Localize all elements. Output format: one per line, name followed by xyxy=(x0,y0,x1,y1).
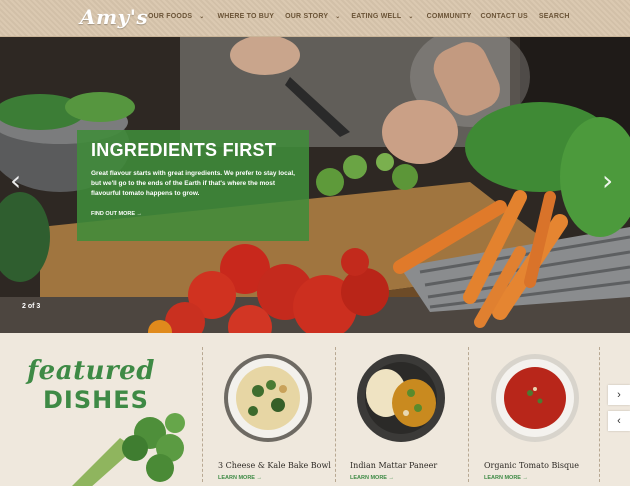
find-out-more-link[interactable]: FIND OUT MORE → xyxy=(91,211,142,217)
dish-name[interactable]: Organic Tomato Bisque xyxy=(484,461,579,470)
chevron-down-icon: ⌄ xyxy=(335,14,341,20)
dish-image[interactable] xyxy=(490,353,580,443)
chevron-down-icon: ⌄ xyxy=(199,14,205,20)
nav-our-story[interactable]: OUR STORY ⌄ xyxy=(285,13,340,20)
divider xyxy=(335,347,336,482)
nav-contact-us[interactable]: CONTACT US xyxy=(481,13,528,20)
nav-label: OUR STORY xyxy=(285,13,329,20)
chevron-down-icon: ⌄ xyxy=(408,14,414,20)
hero-body: Great flavour starts with great ingredie… xyxy=(91,170,295,197)
nav-label: CONTACT US xyxy=(480,13,528,20)
broccoli-illustration-icon xyxy=(72,413,185,486)
learn-more-link[interactable]: LEARN MORE → xyxy=(350,475,394,481)
featured-title-script: featured xyxy=(27,356,155,386)
nav-label: COMMUNITY xyxy=(426,13,472,20)
learn-more-link[interactable]: LEARN MORE → xyxy=(484,475,528,481)
featured-dishes: featured DISHES 3 Cheese & Kale Bake Bow… xyxy=(0,333,630,486)
learn-more-link[interactable]: LEARN MORE → xyxy=(218,475,262,481)
hero-next-arrow-icon[interactable]: › xyxy=(602,167,613,195)
nav-label: SEARCH xyxy=(538,13,570,20)
dish-name[interactable]: Indian Mattar Paneer xyxy=(350,461,437,470)
hero-prev-arrow-icon[interactable]: ‹ xyxy=(10,167,21,195)
nav-where-to-buy[interactable]: WHERE TO BUY xyxy=(217,13,274,20)
nav-label: OUR FOODS xyxy=(148,13,193,20)
nav-eating-well[interactable]: EATING WELL ⌄ xyxy=(351,13,413,20)
slide-counter: 2 of 3 xyxy=(22,303,41,310)
carousel-prev-button[interactable]: ‹ xyxy=(608,411,630,431)
dish-name[interactable]: 3 Cheese & Kale Bake Bowl xyxy=(218,461,331,470)
divider xyxy=(468,347,469,482)
hero-title: INGREDIENTS FIRST xyxy=(91,140,277,160)
main-nav: OUR FOODS ⌄ WHERE TO BUY OUR STORY ⌄ EAT… xyxy=(148,13,570,20)
dish-image[interactable] xyxy=(223,353,313,443)
divider xyxy=(599,347,600,482)
nav-our-foods[interactable]: OUR FOODS ⌄ xyxy=(148,13,204,20)
carousel-next-button[interactable]: › xyxy=(608,385,630,405)
nav-label: EATING WELL xyxy=(351,13,402,20)
hero-slider: INGREDIENTS FIRST Great flavour starts w… xyxy=(0,37,630,333)
dish-image[interactable] xyxy=(356,353,446,443)
divider xyxy=(202,347,203,482)
site-header: Amy's OUR FOODS ⌄ WHERE TO BUY OUR STORY… xyxy=(0,0,630,37)
nav-search[interactable]: SEARCH xyxy=(539,13,570,20)
nav-community[interactable]: COMMUNITY xyxy=(427,13,472,20)
amys-logo[interactable]: Amy's xyxy=(80,5,148,29)
nav-label: WHERE TO BUY xyxy=(217,13,275,20)
hero-caption: INGREDIENTS FIRST Great flavour starts w… xyxy=(77,130,309,241)
